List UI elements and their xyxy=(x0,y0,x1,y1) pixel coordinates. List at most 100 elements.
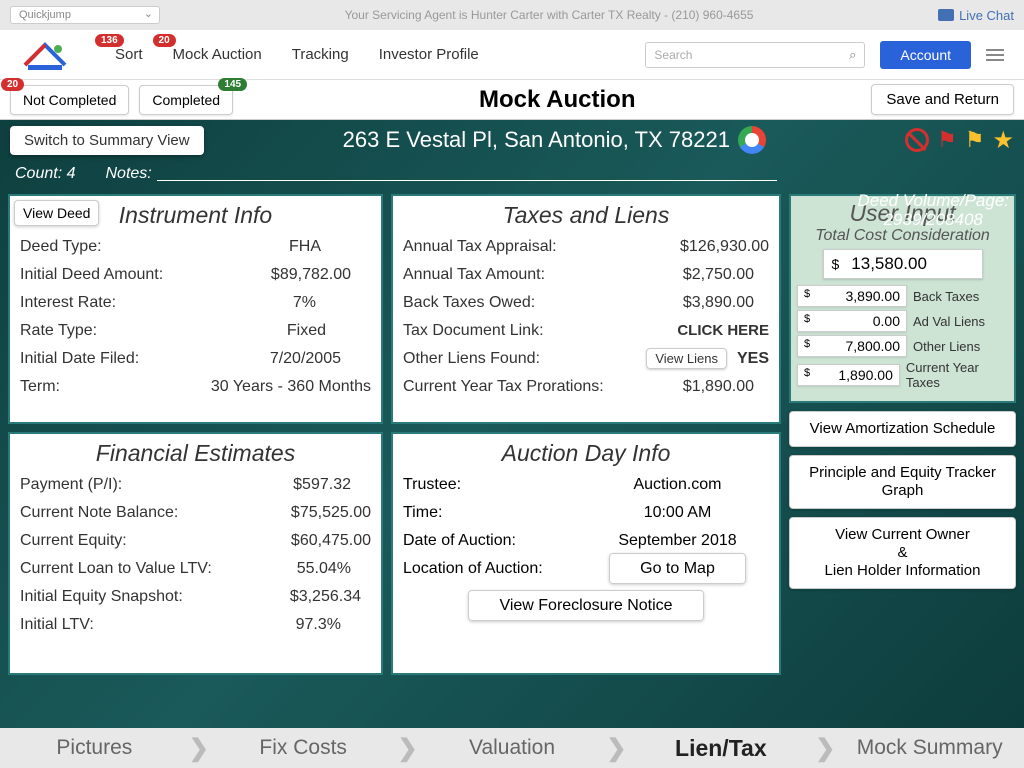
chevron-icon: ❯ xyxy=(815,734,835,763)
nav-mock-auction[interactable]: 20Mock Auction xyxy=(158,46,277,63)
trustee-label: Trustee: xyxy=(403,476,586,494)
chrome-icon[interactable] xyxy=(738,126,766,154)
auction-time-value: 10:00 AM xyxy=(586,504,769,522)
switch-view-button[interactable]: Switch to Summary View xyxy=(10,126,204,155)
current-year-input-label: Current Year Taxes xyxy=(906,360,1008,390)
nav-sort-label: Sort xyxy=(115,46,143,63)
count-label: Count: 4 xyxy=(15,165,75,183)
adval-input-value: 0.00 xyxy=(814,313,900,329)
interest-rate-label: Interest Rate: xyxy=(20,294,116,312)
term-label: Term: xyxy=(20,378,60,396)
financial-estimates-panel: Financial Estimates Payment (P/I):$597.3… xyxy=(8,432,383,675)
payment-label: Payment (P/I): xyxy=(20,476,122,494)
deed-type-label: Deed Type: xyxy=(20,238,102,256)
search-input[interactable]: Search⌕ xyxy=(645,42,865,68)
live-chat-button[interactable]: Live Chat xyxy=(938,8,1014,23)
back-taxes-input[interactable]: $3,890.00 xyxy=(797,285,907,307)
no-entry-icon[interactable] xyxy=(905,128,929,152)
current-year-input[interactable]: $1,890.00 xyxy=(797,364,900,386)
notes-input[interactable] xyxy=(157,167,777,181)
bottom-tabs: Pictures ❯ Fix Costs ❯ Valuation ❯ Lien/… xyxy=(0,728,1024,768)
date-filed-label: Initial Date Filed: xyxy=(20,350,139,368)
prorations-value: $1,890.00 xyxy=(683,378,769,396)
tab-fix-costs[interactable]: Fix Costs xyxy=(209,736,398,760)
adval-input-label: Ad Val Liens xyxy=(913,314,985,329)
appraisal-label: Annual Tax Appraisal: xyxy=(403,238,557,256)
tab-valuation[interactable]: Valuation xyxy=(418,736,607,760)
auction-day-panel: Auction Day Info Trustee:Auction.com Tim… xyxy=(391,432,781,675)
page-title: Mock Auction xyxy=(243,86,871,114)
deed-vol-value: 2939/208408 xyxy=(857,211,1009,230)
equity-value: $60,475.00 xyxy=(291,532,371,550)
address-text: 263 E Vestal Pl, San Antonio, TX 78221 xyxy=(343,127,730,153)
annual-tax-label: Annual Tax Amount: xyxy=(403,266,545,284)
tab-pictures[interactable]: Pictures xyxy=(0,736,189,760)
initial-amount-label: Initial Deed Amount: xyxy=(20,266,163,284)
appraisal-value: $126,930.00 xyxy=(680,238,769,256)
notes-label: Notes: xyxy=(105,165,151,183)
amortization-button[interactable]: View Amortization Schedule xyxy=(789,411,1016,447)
balance-value: $75,525.00 xyxy=(291,504,371,522)
auction-date-label: Date of Auction: xyxy=(403,532,586,550)
ltv-value: 55.04% xyxy=(297,560,371,578)
deed-type-value: FHA xyxy=(289,238,371,256)
view-liens-button[interactable]: View Liens xyxy=(646,348,727,369)
other-liens-input[interactable]: $7,800.00 xyxy=(797,335,907,357)
quickjump-dropdown[interactable]: Quickjump xyxy=(10,6,160,24)
taxes-liens-panel: Taxes and Liens Annual Tax Appraisal: $12… xyxy=(391,194,781,424)
owner-lien-button[interactable]: View Current Owner & Lien Holder Informa… xyxy=(789,517,1016,589)
snapshot-value: $3,256.34 xyxy=(290,588,371,606)
not-completed-label: Not Completed xyxy=(23,92,116,108)
not-completed-button[interactable]: 20Not Completed xyxy=(10,85,129,115)
save-return-button[interactable]: Save and Return xyxy=(871,84,1014,115)
search-placeholder: Search xyxy=(654,48,692,62)
tab-lien-tax[interactable]: Lien/Tax xyxy=(626,735,815,762)
auction-title: Auction Day Info xyxy=(403,440,769,467)
chevron-icon: ❯ xyxy=(189,734,209,763)
total-cost-value: 13,580.00 xyxy=(851,254,927,274)
ltv-label: Current Loan to Value LTV: xyxy=(20,560,212,578)
taxes-title: Taxes and Liens xyxy=(403,202,769,229)
view-foreclosure-button[interactable]: View Foreclosure Notice xyxy=(468,590,703,621)
instrument-info-panel: View Deed Instrument Info Deed Type:FHA … xyxy=(8,194,383,424)
back-taxes-value: $3,890.00 xyxy=(683,294,769,312)
property-address: 263 E Vestal Pl, San Antonio, TX 78221 xyxy=(204,126,905,154)
sort-badge: 136 xyxy=(95,34,124,47)
tax-doc-link[interactable]: CLICK HERE xyxy=(677,322,769,340)
date-filed-value: 7/20/2005 xyxy=(270,350,371,368)
completed-button[interactable]: Completed145 xyxy=(139,85,233,115)
tab-mock-summary[interactable]: Mock Summary xyxy=(835,736,1024,760)
logo[interactable] xyxy=(20,35,70,75)
nav-investor-profile[interactable]: Investor Profile xyxy=(364,46,494,63)
view-deed-button[interactable]: View Deed xyxy=(14,200,99,226)
equity-label: Current Equity: xyxy=(20,532,127,550)
snapshot-label: Initial Equity Snapshot: xyxy=(20,588,183,606)
menu-icon[interactable] xyxy=(986,49,1004,61)
not-completed-badge: 20 xyxy=(1,78,24,91)
annual-tax-value: $2,750.00 xyxy=(683,266,769,284)
term-value: 30 Years - 360 Months xyxy=(211,378,371,396)
nav-tracking[interactable]: Tracking xyxy=(277,46,364,63)
auction-date-value: September 2018 xyxy=(586,532,769,550)
payment-value: $597.32 xyxy=(293,476,371,494)
adval-input[interactable]: $0.00 xyxy=(797,310,907,332)
star-icon[interactable]: ★ xyxy=(992,126,1014,155)
tax-doc-label: Tax Document Link: xyxy=(403,322,544,340)
red-flag-icon[interactable]: ⚑ xyxy=(937,127,957,153)
account-button[interactable]: Account xyxy=(880,41,971,69)
current-year-input-value: 1,890.00 xyxy=(814,367,893,383)
nav-mock-label: Mock Auction xyxy=(173,46,262,63)
auction-time-label: Time: xyxy=(403,504,586,522)
other-liens-input-value: 7,800.00 xyxy=(814,338,900,354)
nav-sort[interactable]: 136Sort xyxy=(100,46,158,63)
tracker-graph-button[interactable]: Principle and Equity Tracker Graph xyxy=(789,455,1016,509)
go-to-map-button[interactable]: Go to Map xyxy=(609,553,746,584)
rate-type-label: Rate Type: xyxy=(20,322,97,340)
yellow-flag-icon[interactable]: ⚑ xyxy=(965,127,985,153)
mock-badge: 20 xyxy=(153,34,176,47)
deed-vol-label: Deed Volume/Page: xyxy=(857,192,1009,211)
completed-badge: 145 xyxy=(218,78,247,91)
other-liens-input-label: Other Liens xyxy=(913,339,980,354)
chat-icon xyxy=(938,9,954,21)
total-cost-input[interactable]: $13,580.00 xyxy=(823,249,983,279)
